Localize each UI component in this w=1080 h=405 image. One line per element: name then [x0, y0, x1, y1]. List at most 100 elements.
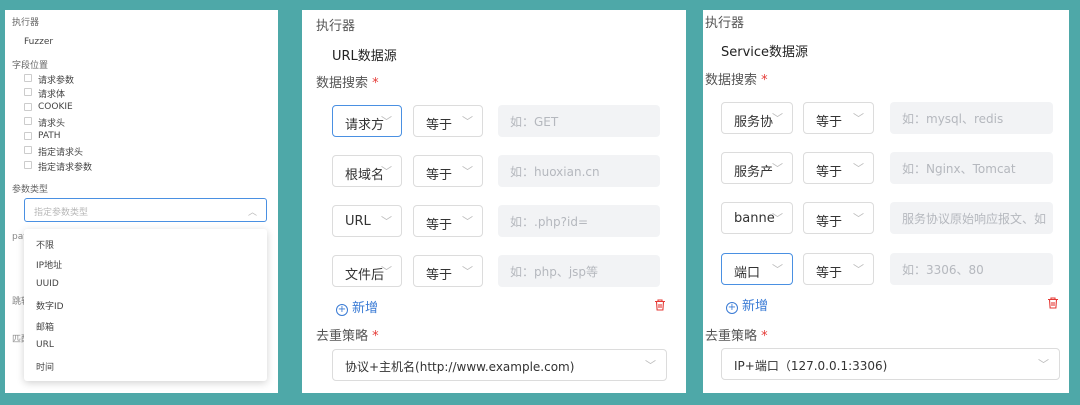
chevron-down-icon: ﹀ — [853, 112, 864, 125]
checkbox-request-header[interactable] — [24, 117, 32, 125]
checkbox-cookie[interactable] — [24, 103, 32, 111]
chevron-down-icon: ﹀ — [462, 115, 473, 128]
operator-select[interactable]: 等于 ﹀ — [413, 255, 483, 287]
chevron-down-icon: ﹀ — [462, 215, 473, 228]
checkbox-path[interactable] — [24, 132, 32, 140]
dedup-value: IP+端口（127.0.0.1:3306) — [734, 359, 888, 373]
chevron-down-icon: ﹀ — [853, 263, 864, 276]
field-position-option: 请求参数 — [38, 76, 75, 86]
dedup-strategy-select[interactable]: IP+端口（127.0.0.1:3306) ﹀ — [721, 348, 1060, 380]
param-type-select[interactable]: 指定参数类型 ︿ — [24, 198, 267, 222]
input-placeholder: 如：.php?id= — [510, 215, 589, 229]
dropdown-option[interactable]: 数字ID — [36, 299, 64, 312]
field-select[interactable]: 端口 ﹀ — [721, 253, 793, 285]
dropdown-option[interactable]: URL — [36, 340, 54, 350]
search-value-input[interactable]: 如：php、jsp等 — [498, 255, 660, 287]
checkbox-specified-header[interactable] — [24, 146, 32, 154]
checkbox-request-params[interactable] — [24, 74, 32, 82]
chevron-down-icon: ﹀ — [381, 215, 392, 228]
operator-select[interactable]: 等于 ﹀ — [413, 155, 483, 187]
field-position-label: 字段位置 — [12, 61, 49, 71]
operator-value: 等于 — [426, 268, 453, 283]
field-position-option: 指定请求参数 — [38, 163, 93, 173]
chevron-down-icon: ﹀ — [772, 162, 783, 175]
checkbox-request-body[interactable] — [24, 88, 32, 96]
operator-value: 等于 — [816, 215, 843, 230]
operator-value: 等于 — [816, 115, 843, 130]
executor-label: 执行器 — [12, 18, 40, 28]
dedup-label: 去重策略 * — [316, 329, 379, 344]
add-condition-button[interactable]: + 新增 — [726, 295, 768, 314]
operator-value: 等于 — [426, 118, 453, 133]
input-placeholder: 如：php、jsp等 — [510, 265, 599, 279]
trash-icon[interactable] — [1046, 296, 1060, 310]
plus-circle-icon: + — [336, 304, 348, 316]
field-value: 端口 — [734, 266, 761, 281]
chevron-down-icon: ﹀ — [645, 359, 656, 372]
required-mark: * — [761, 73, 768, 88]
chevron-down-icon: ﹀ — [772, 263, 783, 276]
chevron-down-icon: ﹀ — [853, 212, 864, 225]
field-select[interactable]: 文件后 ﹀ — [332, 255, 402, 287]
field-select[interactable]: 请求方 ﹀ — [332, 105, 402, 137]
service-source-panel: 执行器 Service数据源 数据搜索 * 服务协 ﹀ 等于 ﹀ 如：mysql… — [703, 10, 1069, 393]
operator-value: 等于 — [426, 168, 453, 183]
chevron-down-icon: ﹀ — [772, 212, 783, 225]
search-value-input[interactable]: 如：GET — [498, 105, 660, 137]
field-select[interactable]: URL ﹀ — [332, 205, 402, 237]
dedup-strategy-select[interactable]: 协议+主机名(http://www.example.com) ﹀ — [332, 349, 667, 381]
field-select[interactable]: banne ﹀ — [721, 202, 793, 234]
operator-value: 等于 — [426, 218, 453, 233]
operator-select[interactable]: 等于 ﹀ — [803, 152, 874, 184]
input-placeholder: 服务协议原始响应报文、如 — [902, 212, 1047, 226]
input-placeholder: 如：GET — [510, 115, 559, 129]
search-value-input[interactable]: 如：3306、80 — [890, 253, 1053, 285]
required-mark: * — [372, 329, 379, 344]
input-placeholder: 如：mysql、redis — [902, 112, 1004, 126]
field-value: 文件后 — [345, 268, 385, 283]
operator-select[interactable]: 等于 ﹀ — [413, 205, 483, 237]
add-condition-button[interactable]: + 新增 — [336, 297, 378, 316]
source-title: URL数据源 — [332, 49, 397, 64]
search-value-input[interactable]: 服务协议原始响应报文、如 — [890, 202, 1053, 234]
dropdown-option[interactable]: 邮箱 — [36, 320, 54, 333]
trash-icon[interactable] — [653, 298, 667, 312]
field-position-option: 请求头 — [38, 119, 66, 129]
field-select[interactable]: 服务协 ﹀ — [721, 102, 793, 134]
input-placeholder: 如：huoxian.cn — [510, 165, 600, 179]
executor-value[interactable]: Fuzzer — [24, 37, 53, 47]
chevron-up-icon: ︿ — [247, 208, 257, 218]
search-value-input[interactable]: 如：Nginx、Tomcat — [890, 152, 1053, 184]
dropdown-option[interactable]: 不限 — [36, 238, 54, 251]
chevron-down-icon: ﹀ — [772, 112, 783, 125]
operator-select[interactable]: 等于 ﹀ — [803, 102, 874, 134]
search-label: 数据搜索 * — [316, 76, 379, 91]
chevron-down-icon: ﹀ — [462, 165, 473, 178]
add-label: 新增 — [742, 299, 769, 314]
chevron-down-icon: ﹀ — [462, 265, 473, 278]
operator-select[interactable]: 等于 ﹀ — [803, 253, 874, 285]
field-select[interactable]: 根域名 ﹀ — [332, 155, 402, 187]
checkbox-specified-params[interactable] — [24, 161, 32, 169]
field-value: banne — [734, 211, 775, 226]
dropdown-option[interactable]: 时间 — [36, 360, 54, 373]
plus-circle-icon: + — [726, 302, 738, 314]
add-label: 新增 — [352, 301, 379, 316]
executor-label: 执行器 — [705, 16, 745, 31]
dropdown-option[interactable]: UUID — [36, 279, 59, 289]
dedup-label: 去重策略 * — [705, 329, 768, 344]
field-value: 请求方 — [345, 118, 385, 133]
field-position-option: 指定请求头 — [38, 148, 84, 158]
search-value-input[interactable]: 如：huoxian.cn — [498, 155, 660, 187]
field-position-option: PATH — [38, 131, 61, 141]
chevron-down-icon: ﹀ — [853, 162, 864, 175]
field-select[interactable]: 服务产 ﹀ — [721, 152, 793, 184]
field-value: 服务协 — [734, 115, 774, 130]
operator-select[interactable]: 等于 ﹀ — [803, 202, 874, 234]
field-value: 服务产 — [734, 165, 774, 180]
operator-select[interactable]: 等于 ﹀ — [413, 105, 483, 137]
dropdown-option[interactable]: IP地址 — [36, 258, 62, 271]
param-type-label: 参数类型 — [12, 185, 49, 195]
search-value-input[interactable]: 如：.php?id= — [498, 205, 660, 237]
search-value-input[interactable]: 如：mysql、redis — [890, 102, 1053, 134]
